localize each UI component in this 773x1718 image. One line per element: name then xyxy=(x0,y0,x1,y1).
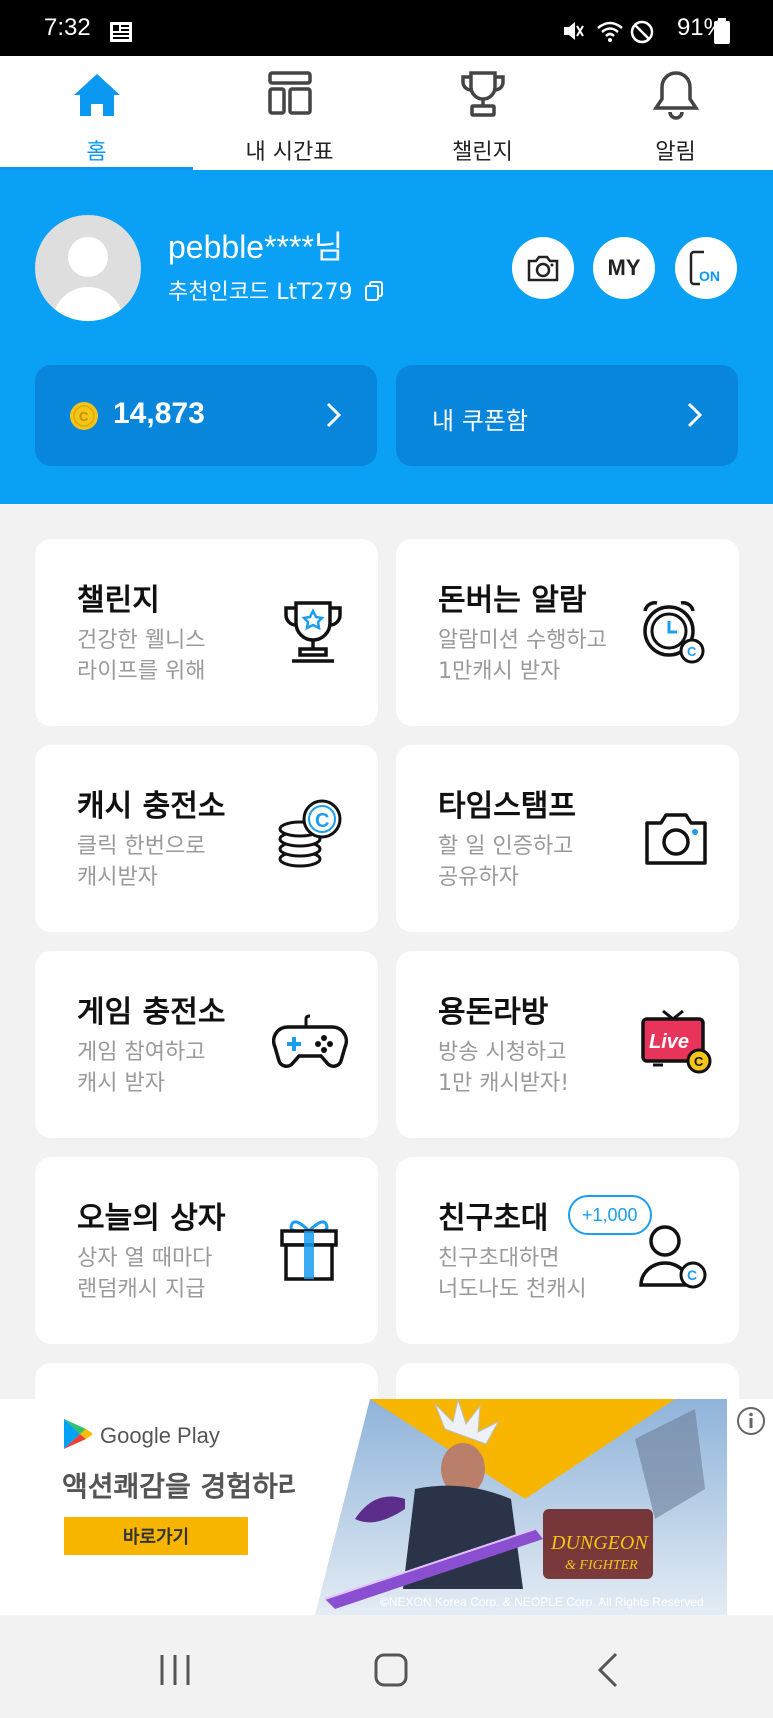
chevron-right-icon xyxy=(326,402,342,428)
card-title: 용돈라방 xyxy=(438,995,549,1030)
alarm-clock-icon: C xyxy=(643,601,705,664)
coin-letter: C xyxy=(687,1267,697,1283)
avatar[interactable] xyxy=(35,215,141,321)
coupon-box-button[interactable]: 내 쿠폰함 xyxy=(396,365,738,466)
info-icon[interactable] xyxy=(736,1406,766,1436)
live-tv-icon: Live C xyxy=(641,1009,712,1074)
system-nav-bar xyxy=(0,1615,773,1718)
coin-stack-icon: C xyxy=(278,799,342,868)
card-description: 알람미션 수행하고 1만캐시 받자 xyxy=(438,628,607,684)
ad-headline: 액션쾌감을 경험하라! xyxy=(62,1470,317,1503)
gift-box-icon xyxy=(280,1220,338,1281)
svg-text:& FIGHTER: & FIGHTER xyxy=(565,1558,638,1573)
live-label: Live xyxy=(649,1031,689,1053)
trophy-icon xyxy=(284,601,342,663)
card-cash-station[interactable]: 캐시 충전소 클릭 한번으로 캐시받자 C xyxy=(35,745,378,932)
card-daily-box[interactable]: 오늘의 상자 상자 열 때마다 랜덤캐시 지급 xyxy=(35,1157,378,1344)
card-title: 오늘의 상자 xyxy=(77,1201,226,1236)
status-time: 7:32 xyxy=(44,14,91,41)
coin-balance-button[interactable]: C 14,873 xyxy=(35,365,377,466)
card-game-station[interactable]: 게임 충전소 게임 참여하고 캐시 받자 xyxy=(35,951,378,1138)
username: pebble****님 xyxy=(168,229,344,265)
google-play-icon xyxy=(64,1419,93,1449)
card-description: 방송 시청하고 1만 캐시받자! xyxy=(438,1040,570,1096)
game-artwork-image: DUNGEON & FIGHTER xyxy=(295,1399,727,1615)
coupon-box-label: 내 쿠폰함 xyxy=(432,407,528,435)
invite-friend-icon: C xyxy=(639,1225,707,1289)
timetable-icon xyxy=(267,71,312,115)
coin-icon-letter: C xyxy=(79,409,89,424)
card-invite-friend[interactable]: 친구초대 +1,000 친구초대하면 너도나도 천캐시 C xyxy=(396,1157,739,1344)
card-description: 친구초대하면 너도나도 천캐시 xyxy=(438,1246,587,1302)
gamepad-icon xyxy=(272,1014,348,1068)
referral-code: 추천인코드 LtT279 xyxy=(168,280,353,305)
camera-icon xyxy=(645,813,707,865)
card-description: 할 일 인증하고 공유하자 xyxy=(438,834,574,890)
tab-home-label: 홈 xyxy=(86,140,107,165)
card-description: 건강한 웰니스 라이프를 위해 xyxy=(77,628,206,684)
ad-cta-button[interactable]: 바로가기 xyxy=(64,1517,248,1555)
google-play-label: Google Play xyxy=(100,1423,220,1448)
card-title: 타임스탬프 xyxy=(438,789,576,824)
tab-notifications[interactable]: 알림 xyxy=(579,56,772,170)
home-nav-icon[interactable] xyxy=(373,1652,409,1688)
gallery-notification-icon xyxy=(110,22,132,42)
card-timestamp[interactable]: 타임스탬프 할 일 인증하고 공유하자 xyxy=(396,745,739,932)
phone-on-icon: ON xyxy=(689,250,720,286)
card-money-alarm[interactable]: 돈버는 알람 알람미션 수행하고 1만캐시 받자 C xyxy=(396,539,739,726)
bell-icon xyxy=(652,71,699,120)
my-page-label: MY xyxy=(607,255,641,280)
tab-timetable[interactable]: 내 시간표 xyxy=(193,56,386,170)
wifi-icon xyxy=(597,21,623,42)
card-title: 챌린지 xyxy=(77,583,160,618)
card-challenge[interactable]: 챌린지 건강한 웰니스 라이프를 위해 xyxy=(35,539,378,726)
coin-letter: C xyxy=(687,644,697,659)
top-tab-bar: 홈 내 시간표 챌린지 알림 xyxy=(0,56,773,170)
referral-code-row[interactable]: 추천인코드 LtT279 xyxy=(168,274,384,306)
tab-notifications-label: 알림 xyxy=(655,140,696,165)
status-bar: 7:32 91% xyxy=(0,0,773,56)
trophy-icon xyxy=(460,71,505,117)
card-title: 돈버는 알람 xyxy=(438,583,587,618)
mute-icon xyxy=(564,22,584,40)
coin-amount: 14,873 xyxy=(113,397,205,430)
tab-timetable-label: 내 시간표 xyxy=(245,140,334,165)
card-description: 게임 참여하고 캐시 받자 xyxy=(77,1040,206,1096)
do-not-disturb-icon xyxy=(630,20,654,44)
card-title: 게임 충전소 xyxy=(77,995,226,1030)
camera-button[interactable] xyxy=(512,237,574,299)
tab-challenge-label: 챌린지 xyxy=(452,140,513,165)
card-description: 클릭 한번으로 캐시받자 xyxy=(77,834,206,890)
on-label: ON xyxy=(699,268,720,284)
chevron-right-icon xyxy=(687,402,703,428)
recent-apps-icon[interactable] xyxy=(158,1653,192,1687)
coin-letter: C xyxy=(694,1054,704,1069)
on-toggle-button[interactable]: ON xyxy=(675,237,737,299)
ad-banner[interactable]: Google Play 액션쾌감을 경험하라! 바로가기 DUNGEON & F… xyxy=(0,1399,773,1615)
back-icon[interactable] xyxy=(596,1651,620,1689)
ad-copyright: ©NEXON Korea Corp. & NEOPLE Corp. All Ri… xyxy=(380,1595,704,1609)
card-title: 친구초대 xyxy=(438,1201,549,1236)
home-icon xyxy=(73,74,120,116)
profile-header: pebble****님 추천인코드 LtT279 MY ON C 14,873 xyxy=(0,170,773,504)
battery-icon xyxy=(714,18,730,44)
card-live-broadcast[interactable]: 용돈라방 방송 시청하고 1만 캐시받자! Live C xyxy=(396,951,739,1138)
coin-letter: C xyxy=(315,810,329,832)
tab-challenge[interactable]: 챌린지 xyxy=(386,56,579,170)
coin-icon: C xyxy=(70,402,98,430)
svg-text:DUNGEON: DUNGEON xyxy=(550,1532,649,1554)
my-page-button[interactable]: MY xyxy=(593,237,655,299)
card-description: 상자 열 때마다 랜덤캐시 지급 xyxy=(77,1246,213,1302)
camera-icon xyxy=(527,255,559,282)
copy-icon[interactable] xyxy=(364,280,384,302)
card-title: 캐시 충전소 xyxy=(77,789,226,824)
default-avatar-icon xyxy=(53,237,123,321)
tab-home[interactable]: 홈 xyxy=(0,56,193,170)
